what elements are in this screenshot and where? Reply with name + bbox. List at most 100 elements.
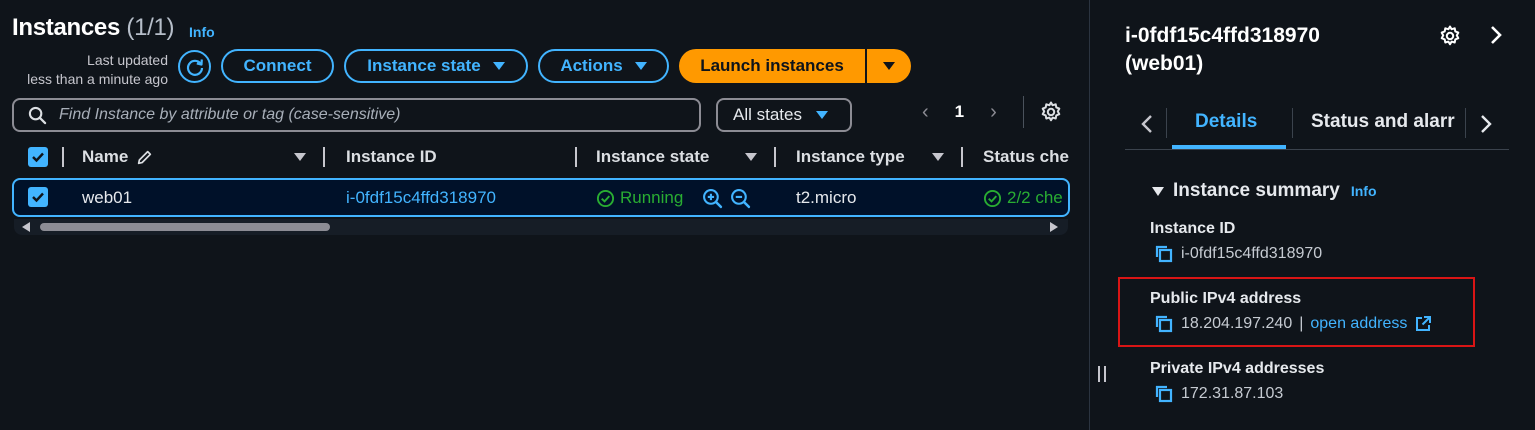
last-updated-label: Last updated — [87, 52, 168, 68]
column-divider — [961, 147, 963, 167]
info-link[interactable]: Info — [189, 24, 215, 40]
instance-name: web01 — [82, 188, 133, 207]
instance-id-value: i-0fdf15c4ffd318970 — [1154, 244, 1322, 264]
table-row[interactable]: web01 i-0fdf15c4ffd318970 Running t2.mic… — [12, 178, 1070, 217]
scroll-left-icon[interactable] — [22, 222, 30, 232]
current-page[interactable]: 1 — [955, 102, 964, 122]
private-ip-text: 172.31.87.103 — [1181, 385, 1284, 402]
column-header-instance-state[interactable]: Instance state — [596, 147, 709, 167]
caret-down-icon — [634, 62, 647, 70]
instance-summary-toggle[interactable]: Instance summary Info — [1152, 180, 1377, 202]
collapse-panel-icon[interactable] — [1486, 23, 1506, 47]
connect-button[interactable]: Connect — [221, 49, 334, 83]
tab-divider — [1465, 108, 1466, 138]
instance-state-text: Running — [620, 188, 684, 207]
search-input[interactable]: Find Instance by attribute or tag (case-… — [12, 98, 701, 132]
instance-state-dropdown[interactable]: Instance state — [344, 49, 528, 83]
next-page-icon[interactable]: › — [990, 101, 997, 124]
actions-dropdown[interactable]: Actions — [538, 49, 669, 83]
check-circle-icon — [983, 189, 1002, 207]
column-divider — [323, 147, 325, 167]
sort-caret-icon[interactable] — [932, 153, 944, 161]
gear-icon[interactable] — [1438, 24, 1462, 48]
search-icon — [28, 106, 47, 124]
instance-id-label: Instance ID — [1150, 220, 1236, 237]
launch-instances-label: Launch instances — [700, 56, 844, 75]
private-ip-value: 172.31.87.103 — [1154, 384, 1283, 404]
details-instance-id: i-0fdf15c4ffd318970 — [1125, 24, 1320, 47]
external-link-icon[interactable] — [1414, 315, 1432, 333]
highlight-box — [1118, 277, 1475, 347]
copy-icon[interactable] — [1154, 314, 1174, 334]
tab-details[interactable]: Details — [1195, 111, 1257, 133]
instance-count: (1/1) — [126, 14, 175, 41]
previous-page-icon[interactable]: ‹ — [922, 101, 929, 124]
page-title: Instances (1/1) — [12, 14, 175, 42]
tab-status-clip: Status and alarr — [1311, 100, 1463, 144]
public-ip-value: 18.204.197.240 | open address — [1154, 314, 1432, 334]
refresh-button[interactable] — [178, 50, 211, 83]
connect-label: Connect — [243, 56, 312, 75]
details-title: i-0fdf15c4ffd318970 (web01) — [1125, 22, 1320, 78]
section-title: Instance summary — [1173, 180, 1340, 201]
launch-instances-button[interactable]: Launch instances — [679, 49, 865, 83]
last-updated-time: less than a minute ago — [27, 71, 168, 87]
resize-handle[interactable] — [1098, 366, 1108, 382]
caret-down-icon — [883, 62, 895, 70]
copy-icon[interactable] — [1154, 384, 1174, 404]
table-header: Name Instance ID Instance state Instance… — [12, 143, 1070, 171]
column-header-instance-type[interactable]: Instance type — [796, 147, 905, 167]
instance-state-status: Running — [596, 188, 683, 208]
column-header-status-check[interactable]: Status che — [983, 147, 1069, 167]
private-ip-label: Private IPv4 addresses — [1150, 360, 1325, 377]
open-address-link[interactable]: open address — [1310, 315, 1407, 333]
caret-down-icon — [492, 62, 505, 70]
divider — [1023, 96, 1024, 128]
details-panel: i-0fdf15c4ffd318970 (web01) Details Stat… — [1089, 0, 1535, 430]
instance-type: t2.micro — [796, 188, 857, 207]
sort-caret-icon[interactable] — [745, 153, 757, 161]
public-ip-label: Public IPv4 address — [1150, 290, 1302, 307]
last-updated: Last updated less than a minute ago — [8, 51, 168, 89]
tab-divider — [1292, 108, 1293, 138]
info-link[interactable]: Info — [1351, 183, 1377, 199]
select-all-checkbox[interactable] — [28, 147, 48, 167]
state-filter-dropdown[interactable]: All states — [716, 98, 852, 132]
row-checkbox[interactable] — [28, 187, 48, 207]
search-placeholder: Find Instance by attribute or tag (case-… — [59, 106, 401, 123]
instance-state-label: Instance state — [367, 56, 481, 75]
details-tabs: Details Status and alarr — [1125, 100, 1509, 150]
tab-status-and-alarms[interactable]: Status and alarr — [1311, 111, 1455, 133]
zoom-out-icon[interactable] — [730, 188, 751, 209]
public-ip-separator: | — [1299, 315, 1304, 332]
pencil-icon — [137, 150, 152, 165]
actions-label: Actions — [560, 56, 623, 75]
instance-id-text: i-0fdf15c4ffd318970 — [1181, 245, 1323, 262]
refresh-icon — [186, 58, 203, 76]
tab-scroll-left-icon[interactable] — [1138, 113, 1158, 135]
zoom-in-icon[interactable] — [702, 188, 723, 209]
column-divider — [62, 147, 64, 167]
sort-caret-icon[interactable] — [294, 153, 306, 161]
tab-divider — [1166, 108, 1167, 138]
column-divider — [575, 147, 577, 167]
column-header-name[interactable]: Name — [82, 147, 128, 167]
public-ip-text: 18.204.197.240 — [1181, 315, 1293, 332]
gear-icon[interactable] — [1039, 100, 1063, 124]
column-header-instance-id[interactable]: Instance ID — [346, 147, 437, 167]
caret-down-icon — [1152, 186, 1164, 196]
scrollbar-thumb[interactable] — [40, 223, 330, 231]
copy-icon[interactable] — [1154, 244, 1174, 264]
check-circle-icon — [596, 189, 615, 207]
pagination: ‹ 1 › — [922, 98, 997, 126]
checkmark-icon — [32, 152, 44, 163]
scroll-right-icon[interactable] — [1050, 222, 1058, 232]
tab-scroll-right-icon[interactable] — [1475, 113, 1495, 135]
horizontal-scrollbar[interactable] — [14, 219, 1068, 235]
launch-options-button[interactable] — [867, 49, 911, 83]
column-divider — [774, 147, 776, 167]
instance-id-link[interactable]: i-0fdf15c4ffd318970 — [346, 188, 496, 208]
state-filter-label: All states — [733, 105, 802, 124]
checkmark-icon — [32, 192, 44, 203]
status-check-text: 2/2 che — [1007, 188, 1063, 207]
